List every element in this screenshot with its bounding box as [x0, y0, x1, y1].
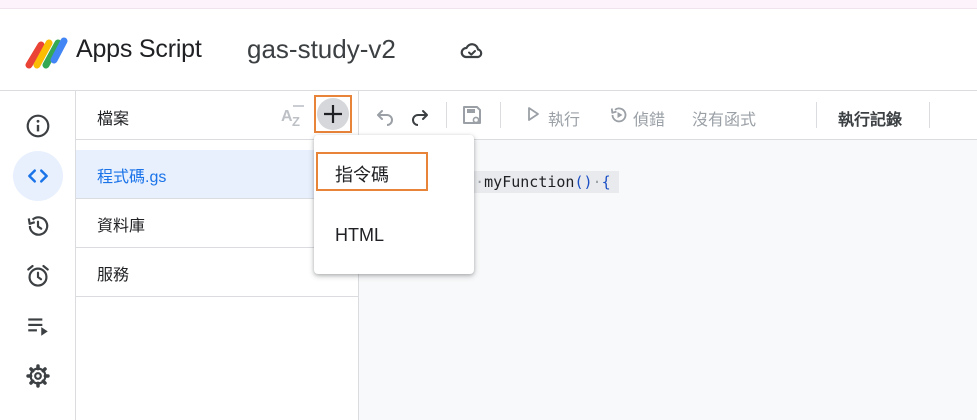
settings-button[interactable] — [13, 351, 63, 401]
file-item-label: 程式碼.gs — [97, 169, 167, 186]
overview-button[interactable] — [13, 101, 63, 151]
execution-log-button[interactable]: 執行記錄 — [838, 106, 902, 130]
files-header: 檔案 A Z — [76, 91, 358, 140]
apps-script-logo — [25, 37, 68, 69]
code-function-name: myFunction — [484, 173, 575, 191]
function-select[interactable]: 沒有函式 — [692, 106, 756, 130]
project-history-button[interactable] — [13, 201, 63, 251]
history-icon — [27, 216, 49, 236]
executions-icon — [28, 318, 48, 336]
save-icon[interactable] — [460, 103, 484, 127]
menu-item-label: 指令碼 — [335, 165, 389, 185]
left-navigation-rail — [0, 91, 76, 420]
cloud-check-icon — [460, 43, 483, 59]
code-parens: () — [574, 173, 593, 191]
debug-button[interactable]: 偵錯 — [633, 106, 665, 130]
add-file-button[interactable] — [314, 95, 352, 133]
files-title: 檔案 — [97, 111, 130, 128]
editor-button[interactable] — [13, 151, 63, 201]
section-label: 服務 — [97, 267, 130, 284]
run-icon — [528, 107, 539, 121]
divider — [76, 296, 358, 297]
menu-item-label: HTML — [335, 225, 384, 245]
section-label: 資料庫 — [97, 218, 146, 235]
menu-item-html[interactable]: HTML — [314, 211, 474, 259]
redo-icon[interactable] — [408, 103, 432, 127]
app-name: Apps Script — [76, 35, 202, 63]
sort-az-icon[interactable]: A Z — [280, 103, 306, 129]
browser-top-strip — [0, 0, 977, 9]
editor-toolbar: 執行 偵錯 沒有函式 執行記錄 — [359, 91, 977, 140]
info-icon — [26, 114, 50, 138]
executions-button[interactable] — [13, 301, 63, 351]
svg-text:Z: Z — [292, 114, 300, 129]
menu-item-script[interactable]: 指令碼 — [316, 152, 428, 191]
add-file-menu: 指令碼 HTML — [314, 135, 474, 274]
alarm-icon — [27, 264, 49, 287]
debug-icon — [610, 107, 627, 123]
code-icon — [28, 169, 48, 183]
plus-icon — [324, 105, 342, 123]
code-brace: { — [601, 173, 611, 191]
project-name[interactable]: gas-study-v2 — [247, 34, 396, 65]
app-header: Apps Script gas-study-v2 — [0, 9, 977, 91]
run-button[interactable]: 執行 — [548, 106, 580, 130]
gear-icon — [26, 364, 50, 388]
triggers-button[interactable] — [13, 251, 63, 301]
undo-icon[interactable] — [373, 103, 397, 127]
